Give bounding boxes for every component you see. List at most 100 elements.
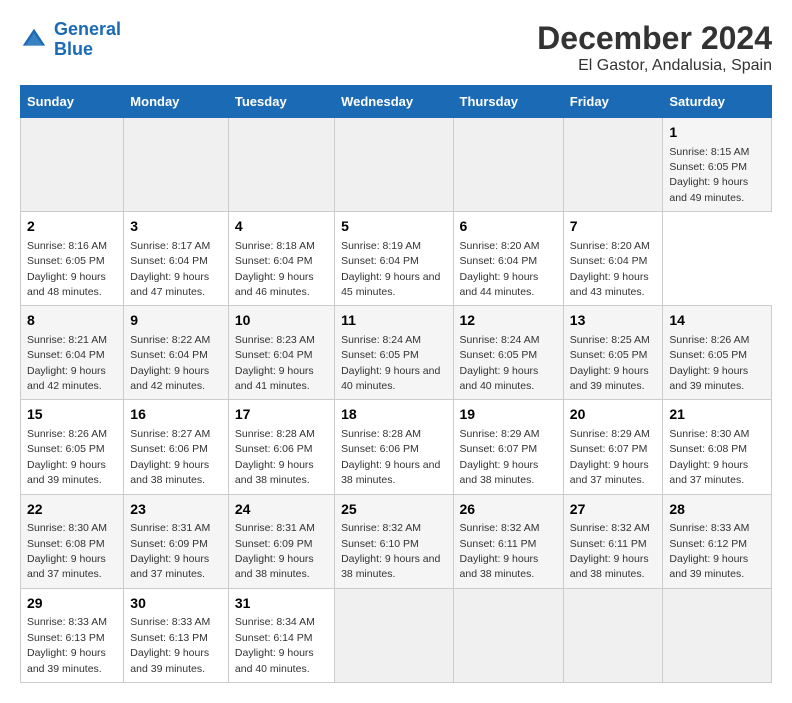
calendar-cell: 3 Sunrise: 8:17 AMSunset: 6:04 PMDayligh… — [124, 212, 229, 306]
calendar-cell: 12 Sunrise: 8:24 AMSunset: 6:05 PMDaylig… — [453, 306, 563, 400]
sunrise-text: Sunrise: 8:34 AMSunset: 6:14 PMDaylight:… — [235, 616, 315, 674]
sunrise-text: Sunrise: 8:24 AMSunset: 6:05 PMDaylight:… — [341, 334, 440, 392]
calendar-cell: 22 Sunrise: 8:30 AMSunset: 6:08 PMDaylig… — [21, 494, 124, 588]
sunrise-text: Sunrise: 8:32 AMSunset: 6:10 PMDaylight:… — [341, 522, 440, 580]
calendar-cell: 21 Sunrise: 8:30 AMSunset: 6:08 PMDaylig… — [663, 400, 772, 494]
day-header-sunday: Sunday — [21, 86, 124, 118]
calendar-cell: 31 Sunrise: 8:34 AMSunset: 6:14 PMDaylig… — [228, 588, 334, 682]
logo-icon — [20, 26, 48, 54]
day-header-wednesday: Wednesday — [335, 86, 453, 118]
calendar-cell — [228, 118, 334, 212]
day-header-thursday: Thursday — [453, 86, 563, 118]
sunrise-text: Sunrise: 8:26 AMSunset: 6:05 PMDaylight:… — [669, 334, 749, 392]
calendar-cell: 30 Sunrise: 8:33 AMSunset: 6:13 PMDaylig… — [124, 588, 229, 682]
logo: General Blue — [20, 20, 121, 60]
calendar-cell: 29 Sunrise: 8:33 AMSunset: 6:13 PMDaylig… — [21, 588, 124, 682]
title-block: December 2024 El Gastor, Andalusia, Spai… — [537, 20, 772, 75]
date-number: 22 — [27, 500, 117, 520]
date-number: 30 — [130, 594, 222, 614]
header-row: SundayMondayTuesdayWednesdayThursdayFrid… — [21, 86, 772, 118]
calendar-cell: 4 Sunrise: 8:18 AMSunset: 6:04 PMDayligh… — [228, 212, 334, 306]
day-header-saturday: Saturday — [663, 86, 772, 118]
calendar-cell: 16 Sunrise: 8:27 AMSunset: 6:06 PMDaylig… — [124, 400, 229, 494]
calendar-cell — [663, 588, 772, 682]
date-number: 31 — [235, 594, 328, 614]
sunrise-text: Sunrise: 8:23 AMSunset: 6:04 PMDaylight:… — [235, 334, 315, 392]
calendar-cell: 18 Sunrise: 8:28 AMSunset: 6:06 PMDaylig… — [335, 400, 453, 494]
date-number: 4 — [235, 217, 328, 237]
calendar-cell — [563, 588, 663, 682]
sunrise-text: Sunrise: 8:18 AMSunset: 6:04 PMDaylight:… — [235, 240, 315, 298]
calendar-cell — [335, 118, 453, 212]
date-number: 24 — [235, 500, 328, 520]
date-number: 17 — [235, 405, 328, 425]
calendar-cell: 17 Sunrise: 8:28 AMSunset: 6:06 PMDaylig… — [228, 400, 334, 494]
sunrise-text: Sunrise: 8:29 AMSunset: 6:07 PMDaylight:… — [570, 428, 650, 486]
sunrise-text: Sunrise: 8:32 AMSunset: 6:11 PMDaylight:… — [570, 522, 650, 580]
week-row-2: 2 Sunrise: 8:16 AMSunset: 6:05 PMDayligh… — [21, 212, 772, 306]
week-row-5: 22 Sunrise: 8:30 AMSunset: 6:08 PMDaylig… — [21, 494, 772, 588]
date-number: 26 — [460, 500, 557, 520]
sunrise-text: Sunrise: 8:20 AMSunset: 6:04 PMDaylight:… — [570, 240, 650, 298]
calendar-cell: 15 Sunrise: 8:26 AMSunset: 6:05 PMDaylig… — [21, 400, 124, 494]
calendar-cell: 28 Sunrise: 8:33 AMSunset: 6:12 PMDaylig… — [663, 494, 772, 588]
calendar-cell: 1 Sunrise: 8:15 AMSunset: 6:05 PMDayligh… — [663, 118, 772, 212]
date-number: 2 — [27, 217, 117, 237]
calendar-cell — [453, 588, 563, 682]
calendar-cell: 8 Sunrise: 8:21 AMSunset: 6:04 PMDayligh… — [21, 306, 124, 400]
date-number: 13 — [570, 311, 657, 331]
date-number: 21 — [669, 405, 765, 425]
sunrise-text: Sunrise: 8:22 AMSunset: 6:04 PMDaylight:… — [130, 334, 210, 392]
calendar-cell: 2 Sunrise: 8:16 AMSunset: 6:05 PMDayligh… — [21, 212, 124, 306]
sunrise-text: Sunrise: 8:26 AMSunset: 6:05 PMDaylight:… — [27, 428, 107, 486]
sunrise-text: Sunrise: 8:33 AMSunset: 6:13 PMDaylight:… — [27, 616, 107, 674]
sunrise-text: Sunrise: 8:33 AMSunset: 6:12 PMDaylight:… — [669, 522, 749, 580]
sunrise-text: Sunrise: 8:21 AMSunset: 6:04 PMDaylight:… — [27, 334, 107, 392]
calendar-cell: 25 Sunrise: 8:32 AMSunset: 6:10 PMDaylig… — [335, 494, 453, 588]
date-number: 8 — [27, 311, 117, 331]
date-number: 18 — [341, 405, 446, 425]
calendar-cell — [335, 588, 453, 682]
calendar-cell — [21, 118, 124, 212]
calendar-cell — [563, 118, 663, 212]
sunrise-text: Sunrise: 8:31 AMSunset: 6:09 PMDaylight:… — [235, 522, 315, 580]
calendar-table: SundayMondayTuesdayWednesdayThursdayFrid… — [20, 85, 772, 683]
week-row-3: 8 Sunrise: 8:21 AMSunset: 6:04 PMDayligh… — [21, 306, 772, 400]
calendar-cell: 10 Sunrise: 8:23 AMSunset: 6:04 PMDaylig… — [228, 306, 334, 400]
date-number: 29 — [27, 594, 117, 614]
calendar-cell: 27 Sunrise: 8:32 AMSunset: 6:11 PMDaylig… — [563, 494, 663, 588]
calendar-cell: 13 Sunrise: 8:25 AMSunset: 6:05 PMDaylig… — [563, 306, 663, 400]
sunrise-text: Sunrise: 8:33 AMSunset: 6:13 PMDaylight:… — [130, 616, 210, 674]
calendar-cell: 9 Sunrise: 8:22 AMSunset: 6:04 PMDayligh… — [124, 306, 229, 400]
main-title: December 2024 — [537, 20, 772, 57]
week-row-6: 29 Sunrise: 8:33 AMSunset: 6:13 PMDaylig… — [21, 588, 772, 682]
logo-text: General Blue — [54, 20, 121, 60]
week-row-4: 15 Sunrise: 8:26 AMSunset: 6:05 PMDaylig… — [21, 400, 772, 494]
date-number: 27 — [570, 500, 657, 520]
sunrise-text: Sunrise: 8:32 AMSunset: 6:11 PMDaylight:… — [460, 522, 540, 580]
date-number: 9 — [130, 311, 222, 331]
sunrise-text: Sunrise: 8:27 AMSunset: 6:06 PMDaylight:… — [130, 428, 210, 486]
sunrise-text: Sunrise: 8:28 AMSunset: 6:06 PMDaylight:… — [341, 428, 440, 486]
sunrise-text: Sunrise: 8:19 AMSunset: 6:04 PMDaylight:… — [341, 240, 440, 298]
day-header-tuesday: Tuesday — [228, 86, 334, 118]
sunrise-text: Sunrise: 8:20 AMSunset: 6:04 PMDaylight:… — [460, 240, 540, 298]
calendar-cell: 7 Sunrise: 8:20 AMSunset: 6:04 PMDayligh… — [563, 212, 663, 306]
sunrise-text: Sunrise: 8:25 AMSunset: 6:05 PMDaylight:… — [570, 334, 650, 392]
date-number: 20 — [570, 405, 657, 425]
sunrise-text: Sunrise: 8:17 AMSunset: 6:04 PMDaylight:… — [130, 240, 210, 298]
calendar-cell: 20 Sunrise: 8:29 AMSunset: 6:07 PMDaylig… — [563, 400, 663, 494]
date-number: 5 — [341, 217, 446, 237]
calendar-cell: 19 Sunrise: 8:29 AMSunset: 6:07 PMDaylig… — [453, 400, 563, 494]
date-number: 10 — [235, 311, 328, 331]
calendar-cell: 5 Sunrise: 8:19 AMSunset: 6:04 PMDayligh… — [335, 212, 453, 306]
date-number: 16 — [130, 405, 222, 425]
date-number: 15 — [27, 405, 117, 425]
date-number: 28 — [669, 500, 765, 520]
calendar-cell: 26 Sunrise: 8:32 AMSunset: 6:11 PMDaylig… — [453, 494, 563, 588]
sunrise-text: Sunrise: 8:24 AMSunset: 6:05 PMDaylight:… — [460, 334, 540, 392]
day-header-monday: Monday — [124, 86, 229, 118]
calendar-cell: 24 Sunrise: 8:31 AMSunset: 6:09 PMDaylig… — [228, 494, 334, 588]
calendar-cell: 11 Sunrise: 8:24 AMSunset: 6:05 PMDaylig… — [335, 306, 453, 400]
calendar-cell — [453, 118, 563, 212]
